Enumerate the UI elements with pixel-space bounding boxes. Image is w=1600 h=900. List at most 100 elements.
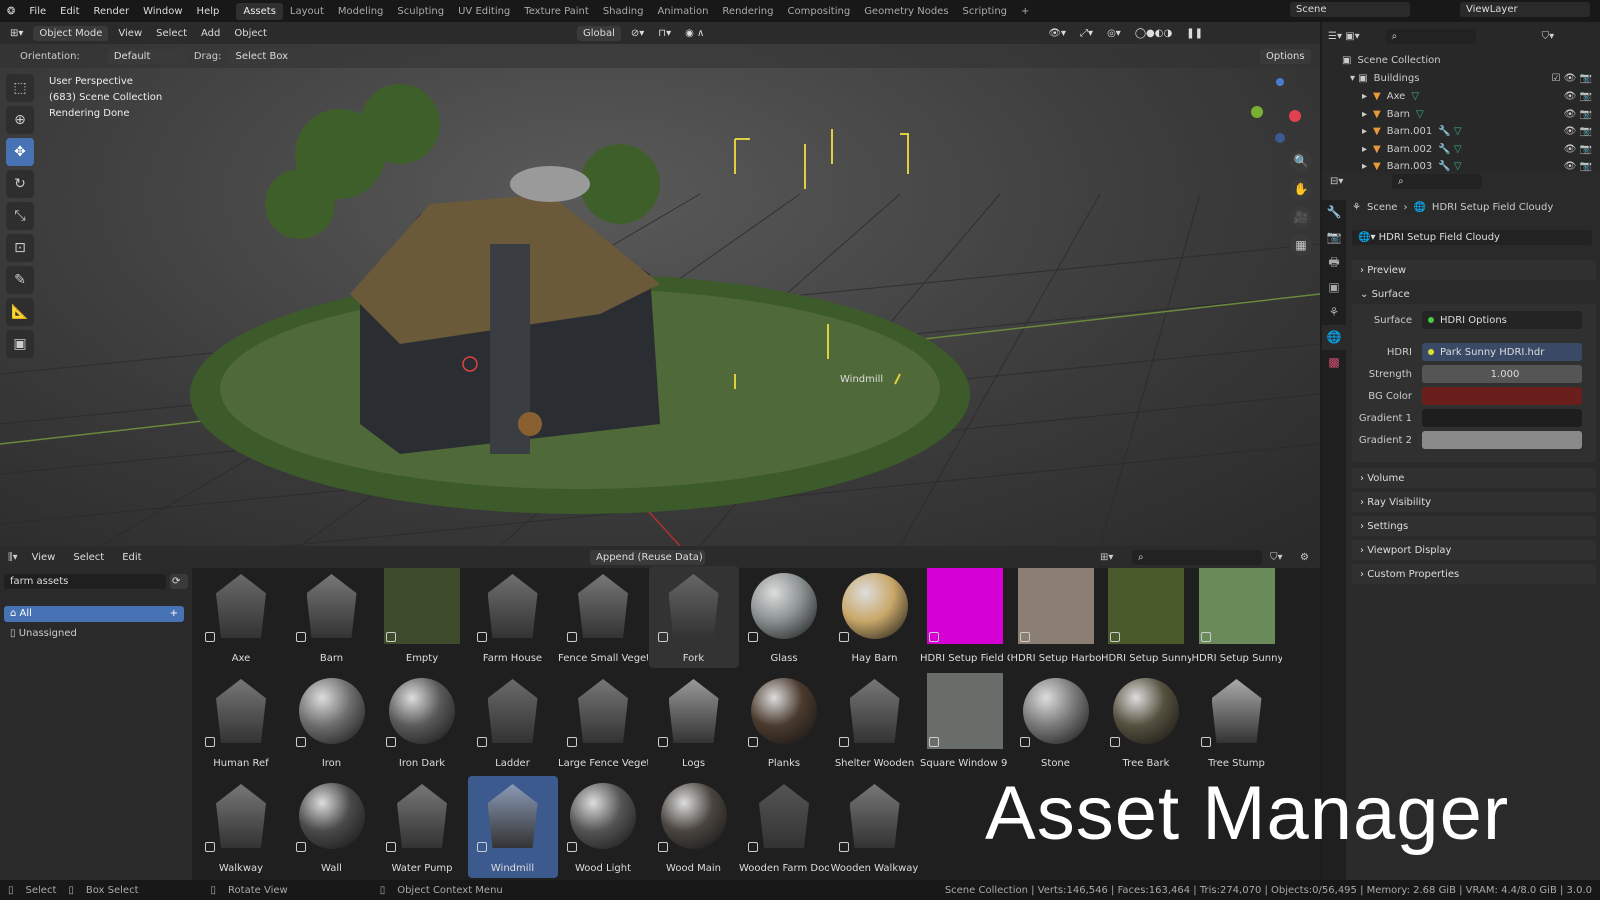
menu-object[interactable]: Object (230, 26, 271, 41)
asset-tile[interactable]: Walkway (196, 776, 286, 878)
scene-tab-icon[interactable]: ⚘ (1322, 300, 1346, 325)
asset-tile[interactable]: Human Ref (196, 671, 286, 773)
world-datablock-selector[interactable]: 🌐▾ HDRI Setup Field Cloudy (1352, 230, 1592, 245)
pivot-icon[interactable]: ⊘▾ (627, 26, 648, 41)
visibility-toggle-icons[interactable]: 👁 📷 (1564, 126, 1592, 137)
shading-modes-icon[interactable]: ◯●◐◑ (1131, 26, 1176, 41)
visibility-toggle-icons[interactable]: 👁 📷 (1564, 161, 1592, 172)
workspace-tab-scripting[interactable]: Scripting (956, 3, 1014, 20)
add-workspace-button[interactable]: + (1014, 3, 1036, 20)
collection-checkbox-visibility-icons[interactable]: ☑ 👁 📷 (1552, 73, 1592, 84)
panel-settings[interactable]: › Settings (1352, 516, 1596, 536)
asset-tile[interactable]: Square Window 9 ... (920, 671, 1010, 773)
asset-tile[interactable]: Wooden Walkway (830, 776, 920, 878)
cursor-tool-icon[interactable]: ⊕ (6, 106, 34, 134)
workspace-tab-modeling[interactable]: Modeling (331, 3, 391, 20)
menu-render[interactable]: Render (87, 6, 137, 17)
expand-arrow-icon[interactable]: ▸ (1362, 144, 1367, 155)
snap-icon[interactable]: ⊓▾ (654, 26, 675, 41)
refresh-library-icon[interactable]: ⟳ (170, 574, 188, 589)
gradient1-swatch[interactable] (1422, 409, 1582, 427)
drag-selector[interactable]: Select Box (229, 48, 295, 64)
asset-tile[interactable]: Shelter Wooden (830, 671, 920, 773)
asset-tile[interactable]: Wood Light (558, 776, 648, 878)
camera-icon[interactable]: 🎥 (1290, 206, 1312, 228)
asset-tile[interactable]: Iron (287, 671, 377, 773)
grid-ortho-icon[interactable]: ▦ (1290, 234, 1312, 256)
annotate-tool-icon[interactable]: ✎ (6, 266, 34, 294)
bg-color-swatch[interactable] (1422, 387, 1582, 405)
asset-tile[interactable]: Fork (648, 566, 739, 668)
rotate-tool-icon[interactable]: ↻ (6, 170, 34, 198)
panel-custom-properties[interactable]: › Custom Properties (1352, 564, 1596, 584)
outliner-display-icon[interactable]: ☰▾ ▣▾ (1328, 31, 1360, 42)
mode-selector[interactable]: Object Mode (33, 25, 109, 41)
workspace-tab-rendering[interactable]: Rendering (715, 3, 780, 20)
asset-tile[interactable]: Planks (739, 671, 829, 773)
asset-tile[interactable]: Stone (1011, 671, 1101, 773)
output-tab-icon[interactable]: 🖶 (1322, 250, 1346, 275)
workspace-tab-texture-paint[interactable]: Texture Paint (517, 3, 596, 20)
world-tab-icon[interactable]: 🌐 (1322, 325, 1346, 350)
strength-field[interactable]: 1.000 (1422, 365, 1582, 383)
blender-logo-icon[interactable]: ❂ (0, 6, 22, 17)
asset-tile[interactable]: Windmill (467, 776, 558, 878)
transform-tool-icon[interactable]: ⊡ (6, 234, 34, 262)
outliner-object-row[interactable]: ▸ ▼ Barn ▽ 👁 📷 (1322, 106, 1600, 123)
menu-file[interactable]: File (22, 6, 53, 17)
move-tool-icon[interactable]: ✥ (6, 138, 34, 166)
asset-tile[interactable]: Large Fence Vegeta... (558, 671, 648, 773)
gradient2-swatch[interactable] (1422, 431, 1582, 449)
panel-ray-visibility[interactable]: › Ray Visibility (1352, 492, 1596, 512)
visibility-icon[interactable]: 👁▾ (1044, 26, 1070, 41)
select-box-tool-icon[interactable]: ⬚ (6, 74, 34, 102)
asset-tile[interactable]: Axe (196, 566, 286, 668)
asset-tile[interactable]: HDRI Setup Harbor (1011, 566, 1101, 668)
gizmo-icon[interactable]: ⤢▾ (1076, 26, 1097, 41)
asset-tile[interactable]: Fence Small Vegeta... (558, 566, 648, 668)
asset-tile[interactable]: Iron Dark (377, 671, 467, 773)
asset-tile[interactable]: HDRI Setup Sunny ... (1192, 566, 1282, 668)
menu-add[interactable]: Add (197, 26, 224, 41)
options-button[interactable]: Options (1260, 48, 1311, 64)
workspace-tab-animation[interactable]: Animation (650, 3, 715, 20)
scene-collection-row[interactable]: ▣ Scene Collection (1322, 52, 1600, 69)
view-layer-tab-icon[interactable]: ▣ (1322, 275, 1346, 300)
scale-tool-icon[interactable]: ⤡ (6, 202, 34, 230)
workspace-tab-sculpting[interactable]: Sculpting (390, 3, 451, 20)
asset-library-selector[interactable]: farm assets (4, 574, 166, 589)
expand-arrow-icon[interactable]: ▸ (1362, 109, 1367, 120)
asset-tile[interactable]: Tree Bark (1101, 671, 1191, 773)
panel-viewport-display[interactable]: › Viewport Display (1352, 540, 1596, 560)
asset-menu-edit[interactable]: Edit (118, 550, 145, 565)
asset-tile[interactable]: HDRI Setup Field C... (920, 566, 1010, 668)
asset-tile[interactable]: Glass (739, 566, 829, 668)
asset-tile[interactable]: Wall (287, 776, 377, 878)
editor-type-icon[interactable]: ⊞▾ (6, 26, 27, 41)
measure-tool-icon[interactable]: 📐 (6, 298, 34, 326)
outliner-object-row[interactable]: ▸ ▼ Axe ▽ 👁 📷 (1322, 88, 1600, 105)
zoom-icon[interactable]: 🔍 (1290, 150, 1312, 172)
add-catalog-icon[interactable]: + (170, 608, 178, 619)
asset-search-input[interactable]: ⌕ (1132, 549, 1262, 565)
hdri-file-field[interactable]: Park Sunny HDRI.hdr (1422, 343, 1582, 361)
workspace-tab-layout[interactable]: Layout (283, 3, 331, 20)
outliner-object-row[interactable]: ▸ ▼ Barn.001 🔧 ▽ 👁 📷 (1322, 123, 1600, 140)
add-cube-tool-icon[interactable]: ▣ (6, 330, 34, 358)
outliner-search-input[interactable]: ⌕ (1385, 29, 1476, 44)
workspace-tab-uv-editing[interactable]: UV Editing (451, 3, 517, 20)
asset-menu-view[interactable]: View (28, 550, 60, 565)
workspace-tab-shading[interactable]: Shading (596, 3, 651, 20)
filter-icon[interactable]: ⛉▾ (1270, 552, 1283, 563)
tool-tab-icon[interactable]: 🔧 (1322, 200, 1346, 225)
render-tab-icon[interactable]: 📷 (1322, 225, 1346, 250)
visibility-toggle-icons[interactable]: 👁 📷 (1564, 144, 1592, 155)
expand-arrow-icon[interactable]: ▸ (1362, 91, 1367, 102)
menu-view[interactable]: View (114, 26, 146, 41)
texture-tab-icon[interactable]: ▩ (1322, 350, 1346, 375)
pause-render-icon[interactable]: ❚❚ (1182, 26, 1207, 41)
view-layer-selector[interactable]: ViewLayer (1460, 2, 1590, 17)
import-mode-selector[interactable]: Append (Reuse Data) (590, 549, 705, 565)
asset-tile[interactable]: Tree Stump (1192, 671, 1282, 773)
asset-menu-select[interactable]: Select (69, 550, 108, 565)
